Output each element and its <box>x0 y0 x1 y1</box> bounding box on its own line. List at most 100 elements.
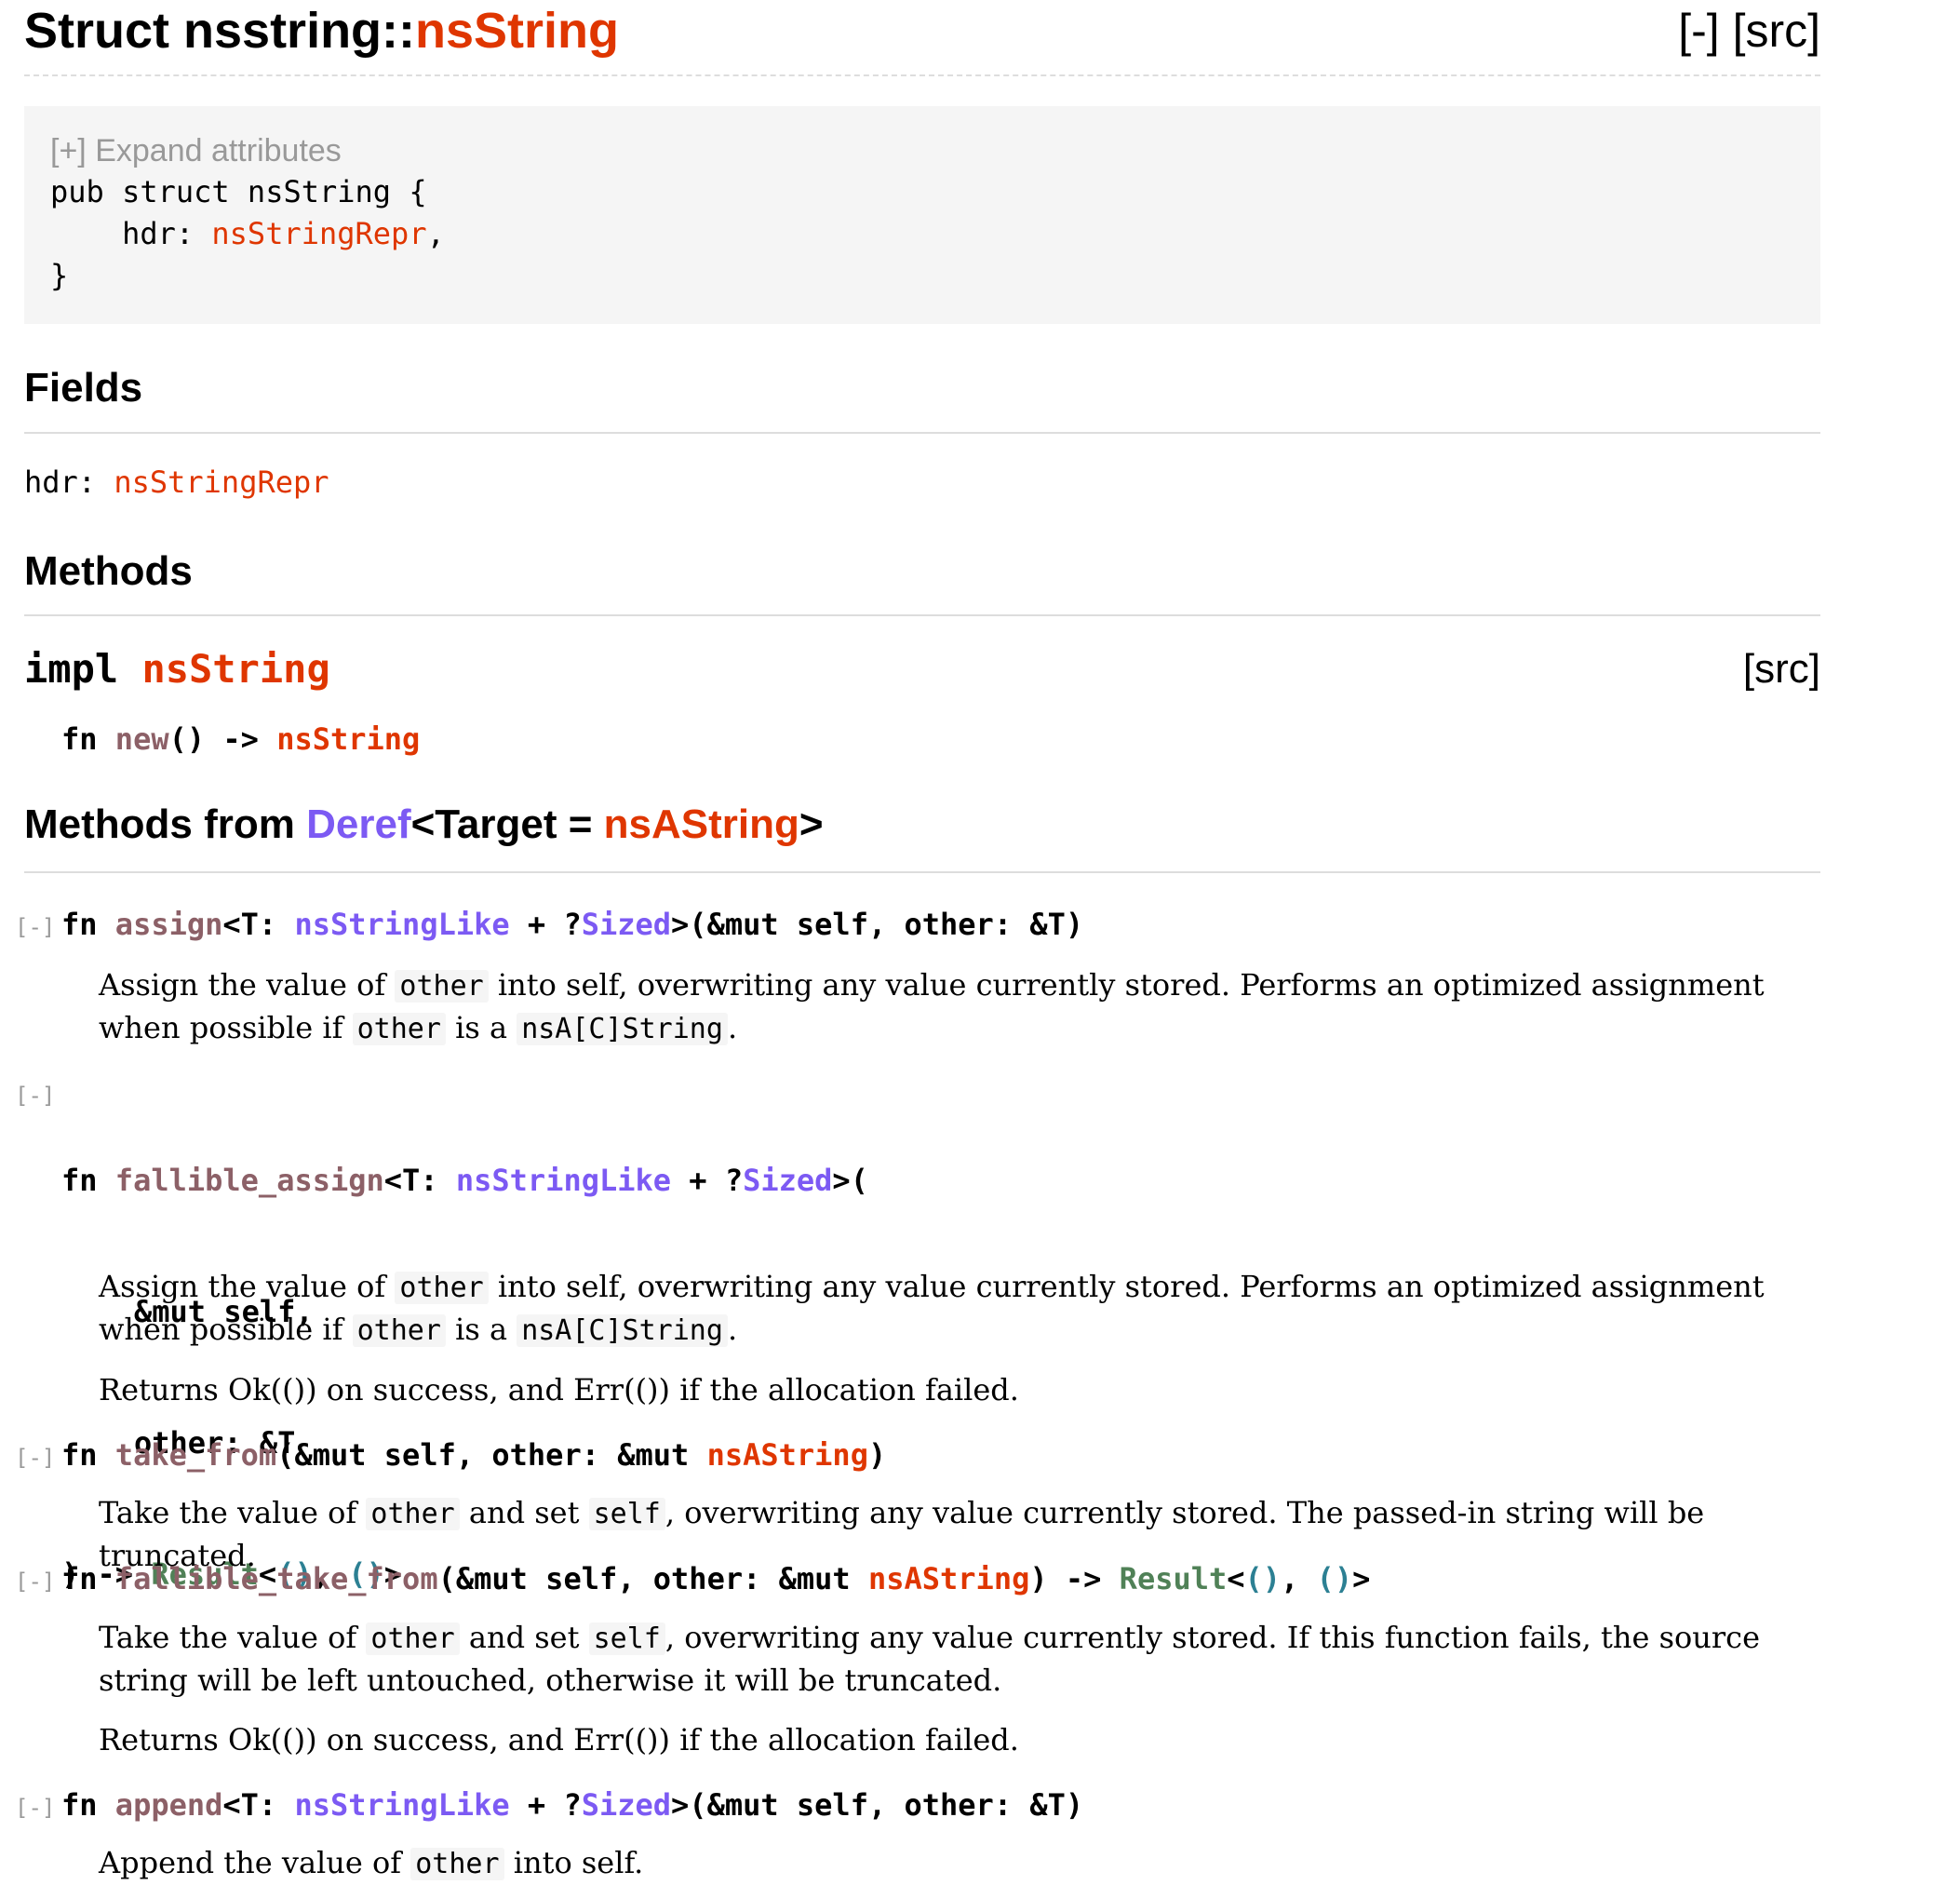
nsstringlike-trait-link[interactable]: nsStringLike <box>294 907 509 942</box>
take-from-method-link[interactable]: take_from <box>115 1437 276 1473</box>
append-collapse-toggle[interactable]: [-] <box>15 1787 55 1828</box>
fn-keyword: fn <box>61 907 115 942</box>
deref-heading-prefix: Methods from <box>24 801 307 847</box>
assign-docblock: Assign the value of other into self, ove… <box>99 964 1820 1050</box>
deref-divider <box>24 871 1820 873</box>
sig-part: <T: <box>222 907 295 942</box>
doc-text: Assign the value of <box>99 1269 396 1304</box>
sig-line-1: fn fallible_assign<T: nsStringLike + ?Si… <box>61 1159 868 1203</box>
sig-part: + ? <box>509 907 582 942</box>
doc-text: Assign the value of <box>99 967 396 1003</box>
inline-code: nsA[C]String <box>517 1013 728 1045</box>
deref-trait-link[interactable]: Deref <box>306 801 411 847</box>
unit-primitive-link[interactable]: () <box>1245 1561 1282 1596</box>
sized-trait-link[interactable]: Sized <box>582 907 671 942</box>
sig-part: <T: <box>222 1787 295 1823</box>
fn-keyword: fn <box>61 1437 115 1473</box>
fallible-take-from-signature: fn fallible_take_from(&mut self, other: … <box>61 1557 1370 1601</box>
fn-keyword: fn <box>61 1561 115 1596</box>
sig-part: >( <box>832 1163 868 1198</box>
doc-text: into self. <box>503 1845 644 1880</box>
inline-code: other <box>395 1272 489 1304</box>
decl-field-type-link[interactable]: nsStringRepr <box>211 216 426 251</box>
fallible-assign-docblock: Assign the value of other into self, ove… <box>99 1266 1820 1411</box>
methods-heading: Methods <box>24 548 193 594</box>
doc-paragraph: Assign the value of other into self, ove… <box>99 1266 1820 1352</box>
sized-trait-link[interactable]: Sized <box>582 1787 671 1823</box>
sig-part: ) <box>867 1437 887 1473</box>
fallible-take-from-docblock: Take the value of other and set self, ov… <box>99 1617 1820 1761</box>
sig-part: (&mut self, other: &mut <box>276 1437 707 1473</box>
method-new-link[interactable]: new <box>115 721 169 757</box>
doc-paragraph-returns: Returns Ok(()) on success, and Err(()) i… <box>99 1722 1019 1757</box>
doc-paragraph: Take the value of other and set self, ov… <box>99 1617 1820 1702</box>
fn-keyword: fn <box>61 1787 115 1823</box>
sig-part: , <box>1281 1561 1317 1596</box>
doc-text: and set <box>459 1620 589 1655</box>
inline-code: other <box>395 970 489 1003</box>
nsastring-type-link[interactable]: nsAString <box>707 1437 868 1473</box>
fn-keyword: fn <box>61 1163 115 1198</box>
new-return-type-link[interactable]: nsString <box>276 721 420 757</box>
append-signature: fn append<T: nsStringLike + ?Sized>(&mut… <box>61 1784 1083 1827</box>
append-method-link[interactable]: append <box>115 1787 223 1823</box>
doc-text: . <box>727 1010 738 1045</box>
field-hdr: hdr: nsStringRepr <box>24 462 329 503</box>
assign-method-link[interactable]: assign <box>115 907 223 942</box>
rustdoc-page: Struct nsstring::nsString [-] [src] [+] … <box>0 0 1960 1880</box>
sig-part: >(&mut self, other: &T) <box>671 907 1084 942</box>
decl-field-name: hdr: <box>50 216 212 251</box>
inline-code: other <box>366 1622 460 1655</box>
doc-paragraph-returns: Returns Ok(()) on success, and Err(()) i… <box>99 1372 1019 1407</box>
page-title: Struct nsstring::nsString <box>24 0 619 61</box>
fallible-take-from-method-link[interactable]: fallible_take_from <box>115 1561 438 1596</box>
impl-keyword: impl <box>24 646 142 692</box>
assign-collapse-toggle[interactable]: [-] <box>15 907 55 948</box>
doc-text: is a <box>445 1312 517 1347</box>
impl-src-link[interactable]: [src] <box>1743 642 1820 696</box>
declaration-block: [+] Expand attributes pub struct nsStrin… <box>24 106 1820 324</box>
doc-text: is a <box>445 1010 517 1045</box>
sized-trait-link[interactable]: Sized <box>743 1163 832 1198</box>
decl-line-1: pub struct nsString { <box>50 174 427 209</box>
fallible-take-from-collapse-toggle[interactable]: [-] <box>15 1561 55 1602</box>
impl-header: impl nsString <box>24 642 330 696</box>
fields-heading: Fields <box>24 365 143 411</box>
title-divider <box>24 74 1820 76</box>
take-from-collapse-toggle[interactable]: [-] <box>15 1437 55 1478</box>
nsstringlike-trait-link[interactable]: nsStringLike <box>456 1163 671 1198</box>
doc-text: . <box>727 1312 738 1347</box>
impl-type-link[interactable]: nsString <box>141 646 329 692</box>
inline-code: other <box>352 1013 446 1045</box>
inline-code: other <box>366 1498 460 1530</box>
unit-primitive-link[interactable]: () <box>1317 1561 1353 1596</box>
nsastring-type-link[interactable]: nsAString <box>868 1561 1029 1596</box>
take-from-signature: fn take_from(&mut self, other: &mut nsAS… <box>61 1434 886 1477</box>
assign-signature: fn assign<T: nsStringLike + ?Sized>(&mut… <box>61 903 1083 947</box>
append-docblock: Append the value of other into self. <box>99 1842 1820 1885</box>
inline-code: nsA[C]String <box>517 1314 728 1347</box>
nsstringlike-trait-link[interactable]: nsStringLike <box>294 1787 509 1823</box>
sig-part: ) -> <box>1029 1561 1120 1596</box>
title-struct-link[interactable]: nsString <box>415 3 619 59</box>
fallible-assign-method-link[interactable]: fallible_assign <box>115 1163 384 1198</box>
doc-text: Take the value of <box>99 1495 367 1530</box>
doc-text: and set <box>459 1495 589 1530</box>
fallible-assign-collapse-toggle[interactable]: [-] <box>15 1075 55 1116</box>
collapse-all-toggle[interactable]: [-] <box>1678 5 1719 57</box>
inline-code: other <box>352 1314 446 1347</box>
decl-line-field: hdr: nsStringRepr, <box>50 213 1794 255</box>
deref-heading-end: > <box>799 801 824 847</box>
sig-part: < <box>1227 1561 1245 1596</box>
expand-attributes-toggle[interactable]: [+] Expand attributes <box>50 130 1794 171</box>
header-controls: [-] [src] <box>1678 0 1820 61</box>
src-link[interactable]: [src] <box>1733 5 1820 57</box>
inline-code: other <box>410 1848 504 1880</box>
result-enum-link[interactable]: Result <box>1120 1561 1228 1596</box>
new-sig-mid: () -> <box>168 721 277 757</box>
field-type-link[interactable]: nsStringRepr <box>114 465 329 500</box>
doc-text: Append the value of <box>99 1845 411 1880</box>
title-prefix: Struct nsstring:: <box>24 3 416 59</box>
deref-target-link[interactable]: nsAString <box>604 801 799 847</box>
sig-part: <T: <box>383 1163 456 1198</box>
